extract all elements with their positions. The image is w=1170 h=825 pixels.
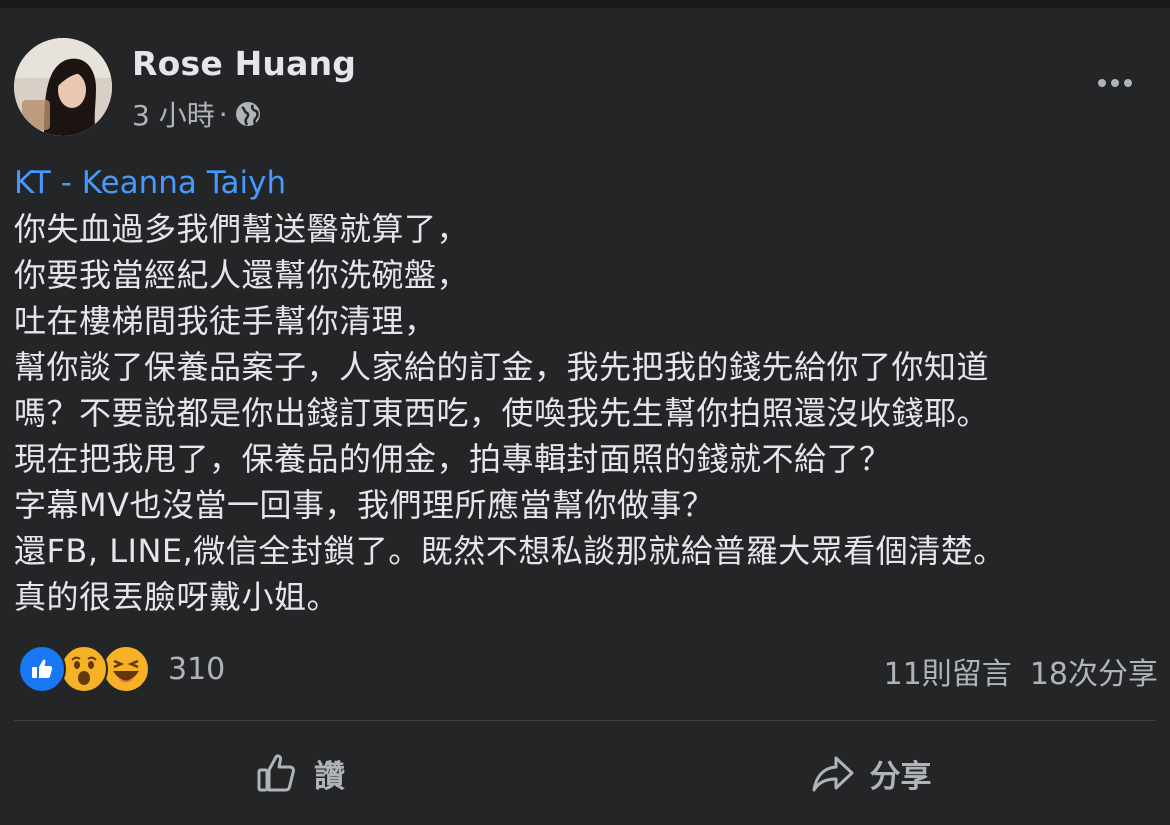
post-text-line: 現在把我甩了，保養品的佣金，拍專輯封面照的錢就不給了？ xyxy=(14,440,892,478)
post-text-line: 你要我當經紀人還幫你洗碗盤， xyxy=(14,256,470,294)
thumbs-up-icon xyxy=(257,754,295,792)
top-strip xyxy=(0,0,1170,8)
avatar-photo xyxy=(14,38,112,136)
like-label: 讚 xyxy=(314,758,345,795)
actions-divider xyxy=(14,720,1156,721)
share-arrow-icon xyxy=(812,756,853,792)
post-text-line: 真的很丟臉呀戴小姐。 xyxy=(14,578,340,616)
post-actions-bar: 讚 分享 xyxy=(14,740,1156,806)
like-reaction-icon xyxy=(18,645,66,693)
reactions-summary[interactable]: 310 xyxy=(18,645,225,693)
wow-reaction-icon xyxy=(60,645,108,693)
engagement-stats: 11則留言 18次分享 xyxy=(884,649,1158,693)
more-dot-icon xyxy=(1098,79,1106,87)
post-text-line: 還FB, LINE,微信全封鎖了。既然不想私談那就給普羅大眾看個清楚。 xyxy=(14,532,1006,570)
post-text-line: 幫你談了保養品案子，人家給的訂金，我先把我的錢先給你了你知道 xyxy=(14,348,990,386)
post-text-line: 嗎？不要說都是你出錢訂東西吃，使喚我先生幫你拍照還沒收錢耶。 xyxy=(14,394,990,432)
more-dot-icon xyxy=(1124,79,1132,87)
post-text-line: 字幕MV也沒當一回事，我們理所應當幫你做事？ xyxy=(14,486,715,524)
post-body: KT - Keanna Taiyh 你失血過多我們幫送醫就算了， 你要我當經紀人… xyxy=(14,160,1154,620)
like-button[interactable]: 讚 xyxy=(14,740,585,806)
post-card: Rose Huang 3 小時 · KT - Keanna Taiyh 你失血過… xyxy=(0,0,1170,825)
avatar[interactable] xyxy=(14,38,112,136)
globe-icon[interactable] xyxy=(234,100,262,128)
comments-count-link[interactable]: 11則留言 xyxy=(884,649,1012,693)
share-button[interactable]: 分享 xyxy=(585,740,1156,806)
post-stats: 310 11則留言 18次分享 xyxy=(18,645,1158,695)
post-header: Rose Huang 3 小時 · xyxy=(14,38,1170,138)
reaction-count: 310 xyxy=(168,651,226,687)
more-options-button[interactable] xyxy=(1090,68,1140,98)
post-text-line: 吐在樓梯間我徒手幫你清理， xyxy=(14,302,437,340)
post-meta: 3 小時 · xyxy=(132,94,262,134)
timestamp[interactable]: 3 小時 xyxy=(132,94,215,134)
meta-separator: · xyxy=(218,97,228,131)
haha-reaction-icon xyxy=(102,645,150,693)
mention-link[interactable]: KT - Keanna Taiyh xyxy=(14,160,1154,206)
author-name[interactable]: Rose Huang xyxy=(132,44,356,83)
post-text-line: 你失血過多我們幫送醫就算了， xyxy=(14,210,470,248)
more-dot-icon xyxy=(1111,79,1119,87)
shares-count-link[interactable]: 18次分享 xyxy=(1030,649,1158,693)
share-label: 分享 xyxy=(869,758,932,795)
